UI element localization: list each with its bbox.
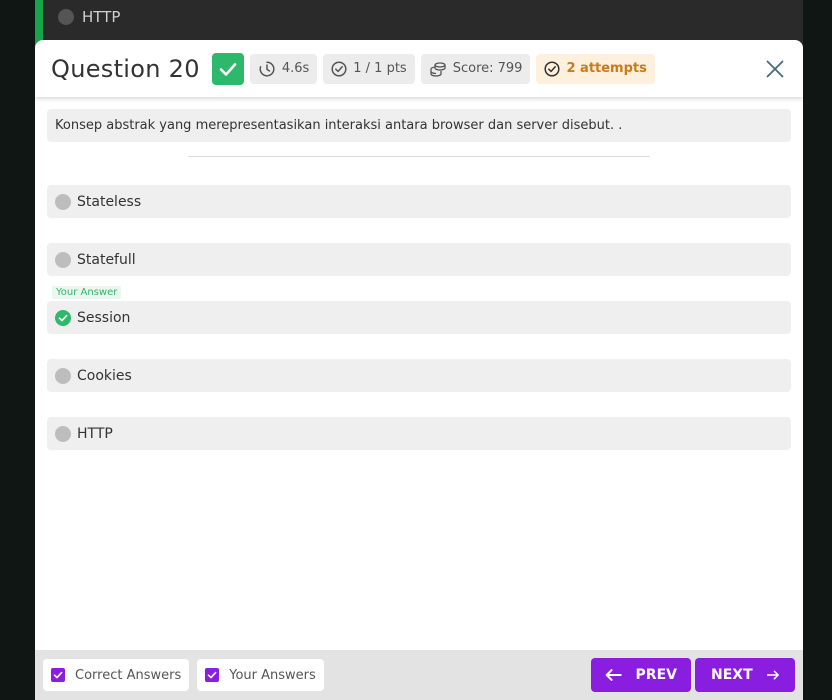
correct-answers-label: Correct Answers xyxy=(75,667,182,683)
timer-icon xyxy=(259,60,275,77)
radio-indicator-selected xyxy=(55,309,71,326)
question-title: Question 20 xyxy=(51,54,200,83)
check-icon xyxy=(219,62,237,76)
next-button[interactable]: NEXT xyxy=(695,658,795,692)
modal-header: Question 20 4.6s 1 / 1 pts Score: 799 2 … xyxy=(35,40,803,97)
check-icon xyxy=(207,671,217,679)
option-item: Statefull xyxy=(47,243,791,301)
correct-answers-toggle[interactable]: Correct Answers xyxy=(43,659,190,691)
background-option-label: HTTP xyxy=(82,8,121,26)
modal-body: Konsep abstrak yang merepresentasikan in… xyxy=(35,97,803,475)
option-label: Stateless xyxy=(77,193,142,210)
your-answers-toggle[interactable]: Your Answers xyxy=(197,659,324,691)
points-value: 1 / 1 pts xyxy=(353,61,407,76)
question-text: Konsep abstrak yang merepresentasikan in… xyxy=(55,118,623,133)
check-circle-icon xyxy=(331,60,347,77)
question-modal: Question 20 4.6s 1 / 1 pts Score: 799 2 … xyxy=(35,40,803,700)
checkbox[interactable] xyxy=(51,668,65,682)
question-text-box: Konsep abstrak yang merepresentasikan in… xyxy=(47,109,791,142)
divider xyxy=(188,156,650,157)
option-label: Session xyxy=(77,309,131,326)
check-icon xyxy=(58,314,68,321)
option-label: HTTP xyxy=(77,425,113,442)
coins-icon xyxy=(430,61,446,77)
score-value: Score: 799 xyxy=(452,61,523,76)
arrow-left-icon xyxy=(605,669,622,681)
option-item: HTTP xyxy=(47,417,791,475)
attempts-chip: 2 attempts xyxy=(536,53,655,84)
correct-status-badge xyxy=(211,52,244,85)
time-value: 4.6s xyxy=(281,61,310,76)
option-item: Stateless xyxy=(47,185,791,243)
check-circle-icon xyxy=(544,60,561,77)
next-label: NEXT xyxy=(711,667,753,683)
checkbox[interactable] xyxy=(205,668,220,682)
radio-indicator xyxy=(55,251,71,268)
option-session[interactable]: Session xyxy=(47,301,791,334)
background-radio xyxy=(58,9,74,25)
your-answers-label: Your Answers xyxy=(229,667,316,683)
radio-indicator xyxy=(55,193,71,210)
radio-indicator xyxy=(55,367,71,384)
option-cookies[interactable]: Cookies xyxy=(47,359,791,392)
arrow-right-icon xyxy=(766,670,779,680)
prev-button[interactable]: PREV xyxy=(591,658,691,692)
your-answer-tag: Your Answer xyxy=(52,286,122,299)
radio-indicator xyxy=(55,425,71,442)
close-button[interactable] xyxy=(763,57,787,81)
modal-footer: Correct Answers Your Answers PREV NEXT xyxy=(35,650,803,700)
option-stateless[interactable]: Stateless xyxy=(47,185,791,218)
option-http[interactable]: HTTP xyxy=(47,417,791,450)
points-chip: 1 / 1 pts xyxy=(323,53,415,84)
prev-label: PREV xyxy=(635,667,677,683)
option-statefull[interactable]: Statefull xyxy=(47,243,791,276)
time-chip: 4.6s xyxy=(249,53,318,84)
option-label: Cookies xyxy=(77,367,132,384)
check-icon xyxy=(53,671,63,679)
attempts-value: 2 attempts xyxy=(566,61,647,76)
option-item: Your Answer Session xyxy=(47,286,791,359)
close-icon[interactable] xyxy=(766,60,784,78)
score-chip: Score: 799 xyxy=(420,53,531,84)
background-option: HTTP xyxy=(58,8,120,26)
option-label: Statefull xyxy=(77,251,136,268)
option-item: Cookies xyxy=(47,359,791,417)
